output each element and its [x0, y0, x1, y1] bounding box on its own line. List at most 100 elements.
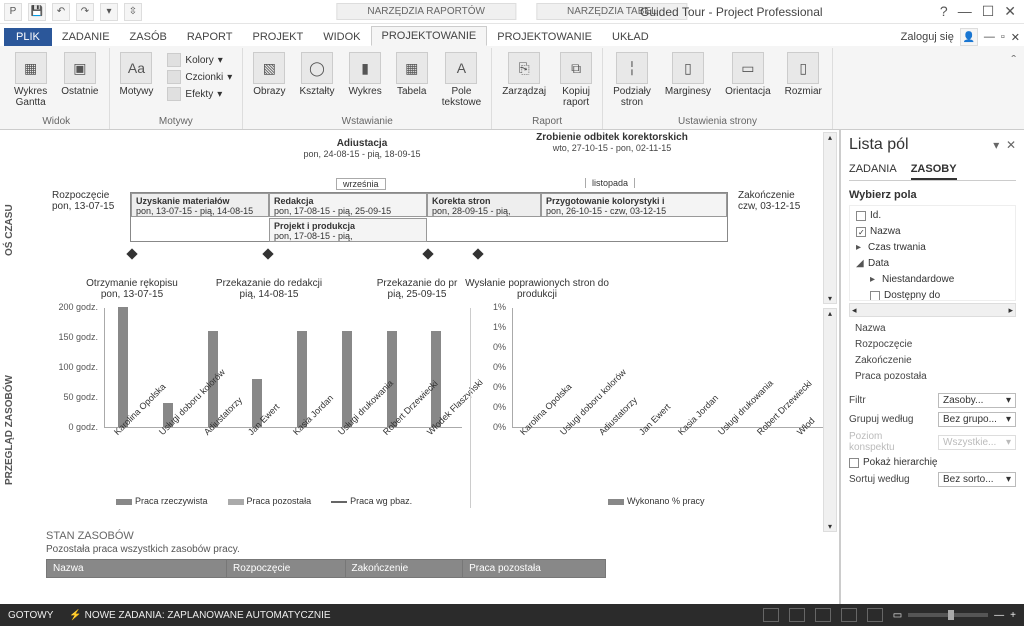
ribbon-close-icon[interactable]: ✕	[1011, 31, 1020, 44]
group-label: Grupuj według	[849, 414, 913, 425]
contextual-tab-row: NARZĘDZIA RAPORTÓW NARZĘDZIA TABEL	[336, 3, 687, 20]
gantt-icon: ▦	[15, 52, 47, 84]
tab-project[interactable]: PROJEKT	[242, 28, 313, 46]
view-resource-sheet-icon[interactable]	[841, 608, 857, 622]
timeline-bar-container[interactable]: Uzyskanie materiałówpon, 13-07-15 - pią,…	[130, 192, 728, 242]
callout-odbitki: Zrobienie odbitek korektorskich wto, 27-…	[512, 132, 712, 153]
effects-button[interactable]: Efekty ▾	[163, 86, 236, 102]
col-remaining[interactable]: Praca pozostała	[463, 560, 606, 578]
sort-select[interactable]: Bez sorto...▾	[938, 472, 1016, 487]
copy-report-button[interactable]: ⧉Kopiuj raport	[556, 50, 596, 110]
table-button[interactable]: ▦Tabela	[392, 50, 432, 99]
view-report-icon[interactable]	[867, 608, 883, 622]
orientation-button[interactable]: ▭Orientacja	[721, 50, 775, 99]
chevron-down-icon: ▾	[1006, 474, 1011, 485]
recent-button[interactable]: ▣Ostatnie	[57, 50, 102, 99]
view-task-usage-icon[interactable]	[789, 608, 805, 622]
margins-button[interactable]: ▯Marginesy	[661, 50, 715, 99]
ribbon-group-view: ▦Wykres Gantta ▣Ostatnie Widok	[4, 48, 110, 129]
save-icon[interactable]: 💾	[28, 3, 46, 21]
task-przygotowanie[interactable]: Przygotowanie kolorystyki ipon, 26-10-15…	[541, 193, 727, 217]
timeline-end: Zakończenie czw, 03-12-15	[738, 190, 800, 212]
ribbon-group-label-themes: Motywy	[116, 114, 237, 129]
pane-close-icon[interactable]: ✕	[1006, 138, 1016, 152]
textbox-icon: A	[445, 52, 477, 84]
col-end[interactable]: Zakończenie	[345, 560, 463, 578]
qat-dropdown-icon[interactable]: ▾	[100, 3, 118, 21]
shapes-icon: ◯	[301, 52, 333, 84]
page-breaks-button[interactable]: ╎Podziały stron	[609, 50, 655, 110]
pane-menu-icon[interactable]: ▾	[993, 138, 999, 152]
milestone-diamond-4	[472, 248, 483, 259]
size-button[interactable]: ▯Rozmiar	[781, 50, 826, 99]
tab-layout[interactable]: UKŁAD	[602, 28, 659, 46]
filter-select[interactable]: Zasoby...▾	[938, 393, 1016, 408]
group-select[interactable]: Bez grupo...▾	[938, 412, 1016, 427]
textbox-button[interactable]: APole tekstowe	[438, 50, 485, 110]
manage-button[interactable]: ⎘Zarządzaj	[498, 50, 550, 99]
app-icon[interactable]: P	[4, 3, 22, 21]
pane-tab-resources[interactable]: ZASOBY	[911, 160, 957, 180]
timeline-start: Rozpoczęcie pon, 13-07-15	[52, 190, 114, 212]
choose-fields-label: Wybierz pola	[849, 189, 1016, 201]
shapes-button[interactable]: ◯Kształty	[295, 50, 338, 99]
help-icon[interactable]: ?	[940, 3, 948, 20]
touch-mode-icon[interactable]: ⇳	[124, 3, 142, 21]
pane-title: Lista pól	[849, 136, 909, 154]
zoom-slider[interactable]: ▭—+	[893, 610, 1016, 621]
report-scroll-v[interactable]: ▴▾	[823, 308, 837, 532]
pane-tab-tasks[interactable]: ZADANIA	[849, 160, 897, 180]
ribbon-restore-icon[interactable]: ▫	[1001, 31, 1005, 43]
milestone-4: Wysłanie poprawionych stron do produkcji	[462, 278, 612, 300]
timeline-scroll-v[interactable]: ▴▾	[823, 132, 837, 304]
images-button[interactable]: ▧Obrazy	[249, 50, 289, 99]
ribbon-group-insert: ▧Obrazy ◯Kształty ▮Wykres ▦Tabela APole …	[243, 48, 492, 129]
milestone-diamond-3	[422, 248, 433, 259]
colors-button[interactable]: Kolory ▾	[163, 52, 236, 68]
maximize-icon[interactable]: ☐	[982, 3, 995, 20]
task-projekt[interactable]: Projekt i produkcjapon, 17-08-15 - pią,	[269, 218, 427, 242]
gantt-chart-button[interactable]: ▦Wykres Gantta	[10, 50, 51, 110]
task-redakcja[interactable]: Redakcjapon, 17-08-15 - pią, 25-09-15	[269, 193, 427, 217]
col-start[interactable]: Rozpoczęcie	[227, 560, 346, 578]
col-name[interactable]: Nazwa	[47, 560, 227, 578]
sign-in-link[interactable]: Zaloguj się	[901, 31, 954, 43]
field-tree[interactable]: Id.Nazwa▸Czas trwania◢Data▸Niestandardow…	[849, 205, 1016, 301]
show-hierarchy-check[interactable]: Pokaż hierarchię	[849, 457, 1016, 468]
themes-button[interactable]: AaMotywy	[116, 50, 158, 99]
tab-report[interactable]: RAPORT	[177, 28, 243, 46]
collapse-ribbon-icon[interactable]: ˆ	[1007, 48, 1020, 129]
effects-icon	[167, 87, 181, 101]
close-icon[interactable]: ✕	[1004, 3, 1016, 20]
chart-button[interactable]: ▮Wykres	[344, 50, 385, 99]
ribbon-group-label-page: Ustawienia strony	[609, 114, 826, 129]
task-uzyskanie[interactable]: Uzyskanie materiałówpon, 13-07-15 - pią,…	[131, 193, 269, 217]
tab-design-1[interactable]: PROJEKTOWANIE	[371, 26, 488, 46]
user-icon[interactable]: 👤	[960, 28, 978, 46]
filter-row: Filtr Zasoby...▾	[849, 393, 1016, 408]
tab-resource[interactable]: ZASÓB	[120, 28, 177, 46]
status-subtitle: Pozostała praca wszystkich zasobów pracy…	[46, 544, 832, 555]
redo-icon[interactable]: ↷	[76, 3, 94, 21]
task-korekta[interactable]: Korekta stronpon, 28-09-15 - pią,	[427, 193, 541, 217]
tree-scroll-h[interactable]: ◂▸	[849, 303, 1016, 317]
view-team-planner-icon[interactable]	[815, 608, 831, 622]
tab-design-2[interactable]: PROJEKTOWANIE	[487, 28, 602, 46]
tab-task[interactable]: ZADANIE	[52, 28, 120, 46]
tab-view[interactable]: WIDOK	[313, 28, 370, 46]
outline-select: Wszystkie...▾	[938, 435, 1016, 450]
tab-file[interactable]: PLIK	[4, 28, 52, 46]
ribbon-minimize-icon[interactable]: —	[984, 31, 995, 43]
minimize-icon[interactable]: —	[958, 3, 972, 20]
fonts-button[interactable]: Czcionki ▾	[163, 69, 236, 85]
chart-legend-left: Praca rzeczywista Praca pozostała Praca …	[116, 496, 412, 506]
ribbon-group-label-view: Widok	[10, 114, 103, 129]
themes-icon: Aa	[120, 52, 152, 84]
status-newtasks[interactable]: ⚡ NOWE ZADANIA: ZAPLANOWANE AUTOMATYCZNI…	[69, 610, 330, 621]
view-gantt-icon[interactable]	[763, 608, 779, 622]
undo-icon[interactable]: ↶	[52, 3, 70, 21]
percent-complete-chart[interactable]: Wykonano % pracy 0%0%0%0%0%1%1%Karolina …	[478, 308, 834, 508]
work-hours-chart[interactable]: Praca rzeczywista Praca pozostała Praca …	[46, 308, 466, 508]
resource-status-table[interactable]: Nazwa Rozpoczęcie Zakończenie Praca pozo…	[46, 559, 606, 578]
selected-fields-list[interactable]: NazwaRozpoczęcieZakończeniePraca pozosta…	[849, 321, 1016, 385]
